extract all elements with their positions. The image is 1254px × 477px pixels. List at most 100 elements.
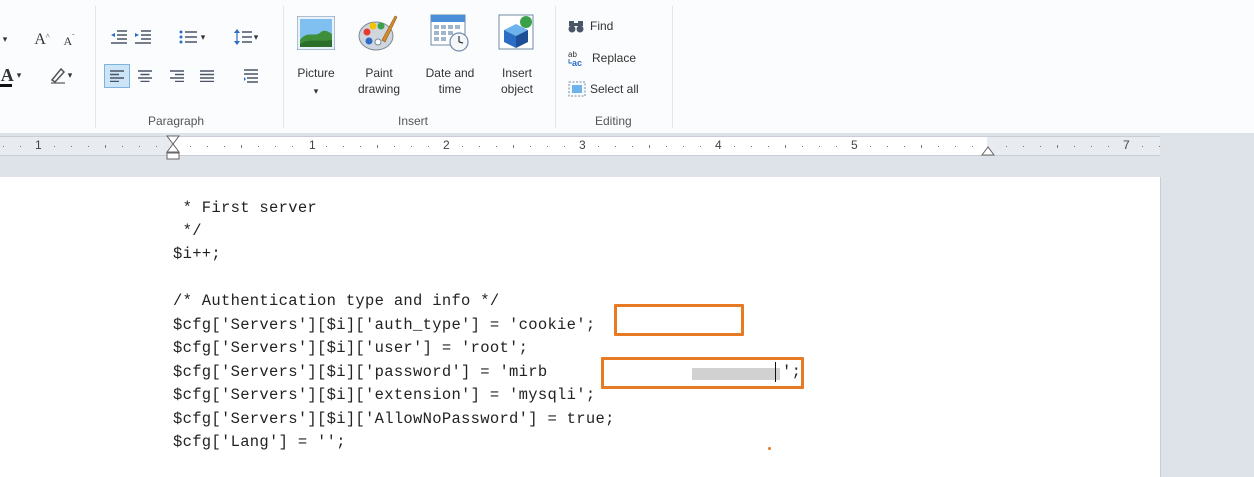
select-all-label: Select all bbox=[590, 82, 639, 96]
ruler-tick bbox=[802, 146, 803, 147]
code-line: $i++; bbox=[173, 245, 222, 263]
ruler-tick bbox=[972, 146, 973, 147]
select-all-button[interactable]: Select all bbox=[568, 78, 664, 100]
ruler-number: 3 bbox=[579, 138, 586, 152]
insert-object-label-1: Insert bbox=[501, 66, 532, 80]
ruler-tick bbox=[360, 146, 361, 147]
ruler-number: 1 bbox=[309, 138, 316, 152]
ruler-tick bbox=[190, 146, 191, 147]
ruler-tick bbox=[411, 146, 412, 147]
font-color-button[interactable]: A ▾ bbox=[0, 62, 30, 88]
bullets-button[interactable]: ▾ bbox=[174, 26, 210, 48]
code-line: $cfg['Servers'][$i]['password'] = 'mirb bbox=[173, 363, 548, 381]
group-separator bbox=[672, 6, 673, 128]
ruler-tick bbox=[564, 146, 565, 147]
picture-label: Picture bbox=[297, 66, 335, 80]
paint-palette-icon bbox=[358, 15, 398, 51]
ruler-tick bbox=[615, 146, 616, 147]
decrease-indent-icon bbox=[111, 30, 127, 44]
select-all-icon bbox=[568, 81, 586, 97]
code-line: $cfg['Servers'][$i]['user'] = 'root'; bbox=[173, 339, 529, 357]
ruler-tick bbox=[938, 146, 939, 147]
document-page[interactable]: * First server */ $i++; /* Authenticatio… bbox=[0, 177, 1161, 477]
ruler-tick bbox=[1074, 146, 1075, 147]
font-size-dropdown-arrow[interactable]: ▾ bbox=[0, 30, 10, 48]
ruler-tick bbox=[1091, 146, 1092, 147]
ribbon: ▾ A ^ Aˇ A ▾ ▾ ▾ ▾ Paragraph Picture ▾ P… bbox=[0, 0, 1254, 133]
font-color-swatch bbox=[0, 84, 12, 87]
svg-text:ac: ac bbox=[572, 58, 582, 67]
line-spacing-icon bbox=[233, 29, 252, 45]
ruler-tick bbox=[207, 146, 208, 147]
ruler-tick bbox=[734, 146, 735, 147]
ruler-tick bbox=[139, 146, 140, 147]
ruler-tick bbox=[632, 146, 633, 147]
align-right-button[interactable] bbox=[166, 64, 188, 88]
decrease-indent-button[interactable] bbox=[108, 26, 130, 48]
group-separator bbox=[95, 6, 96, 128]
shrink-font-icon: A bbox=[63, 33, 73, 48]
ruler-tick bbox=[785, 145, 786, 148]
highlighter-icon bbox=[50, 67, 65, 84]
ruler-tick bbox=[700, 146, 701, 147]
align-center-icon bbox=[138, 70, 152, 82]
code-line: * First server bbox=[173, 199, 318, 217]
picture-button[interactable]: Picture ▾ bbox=[288, 8, 344, 104]
ruler-tick bbox=[1040, 146, 1041, 147]
ruler-tick bbox=[955, 146, 956, 147]
grow-font-button[interactable]: A ^ bbox=[30, 30, 54, 50]
replace-button[interactable]: ab ac Replace bbox=[568, 47, 658, 69]
ruler-tick bbox=[105, 145, 106, 148]
ruler-tick bbox=[904, 146, 905, 147]
ruler-tick bbox=[241, 145, 242, 148]
ruler-tick bbox=[1142, 146, 1143, 147]
align-left-button[interactable] bbox=[104, 64, 130, 88]
group-separator bbox=[283, 6, 284, 128]
first-line-indent-marker-icon[interactable] bbox=[166, 135, 180, 175]
ruler-tick bbox=[462, 146, 463, 147]
ruler-tick bbox=[530, 146, 531, 147]
ruler-tick bbox=[326, 146, 327, 147]
binoculars-icon bbox=[568, 21, 584, 33]
ruler-tick bbox=[751, 146, 752, 147]
ruler-tick bbox=[836, 146, 837, 147]
find-button[interactable]: Find bbox=[568, 16, 638, 36]
picture-dropdown-icon: ▾ bbox=[313, 86, 319, 96]
paragraph-settings-icon bbox=[244, 69, 258, 83]
paragraph-settings-button[interactable] bbox=[240, 64, 262, 88]
paint-drawing-button[interactable]: Paint drawing bbox=[348, 8, 410, 104]
date-and-time-label-2: time bbox=[438, 82, 462, 96]
chevron-down-icon: ▾ bbox=[253, 31, 259, 42]
insert-object-button[interactable]: Insert object bbox=[488, 8, 546, 104]
ruler-tick bbox=[1108, 146, 1109, 147]
insert-group-label: Insert bbox=[398, 114, 429, 128]
find-label: Find bbox=[590, 19, 614, 33]
align-center-button[interactable] bbox=[134, 64, 156, 88]
ruler-number: 1 bbox=[35, 138, 42, 152]
bullet-list-icon bbox=[179, 30, 197, 44]
highlight-color-button[interactable]: ▾ bbox=[40, 62, 80, 88]
ruler-tick bbox=[479, 146, 480, 147]
ruler-tick bbox=[292, 146, 293, 147]
date-and-time-button[interactable]: Date and time bbox=[414, 8, 486, 104]
ruler-area: 1 1 2 3 4 5 7 bbox=[0, 133, 1254, 177]
ruler-tick bbox=[20, 146, 21, 147]
line-spacing-button[interactable]: ▾ bbox=[226, 26, 266, 48]
increase-indent-button[interactable] bbox=[132, 26, 154, 48]
code-line: $cfg['Servers'][$i]['extension'] = 'mysq… bbox=[173, 386, 596, 404]
ruler-tick bbox=[921, 145, 922, 148]
ruler-number: 7 bbox=[1123, 138, 1130, 152]
ruler-tick bbox=[1057, 145, 1058, 148]
code-line: $cfg['Lang'] = ''; bbox=[173, 433, 346, 451]
chevron-down-icon: ▾ bbox=[200, 31, 206, 42]
editing-group-label: Editing bbox=[595, 114, 632, 128]
font-color-icon: A bbox=[0, 64, 14, 85]
ruler-tick bbox=[649, 145, 650, 148]
ruler-tick bbox=[224, 146, 225, 147]
right-indent-marker-icon[interactable] bbox=[981, 145, 995, 157]
justify-button[interactable] bbox=[196, 64, 218, 88]
ruler-tick bbox=[1159, 146, 1160, 147]
ruler-tick bbox=[428, 146, 429, 147]
ruler-tick bbox=[598, 146, 599, 147]
shrink-font-button[interactable]: Aˇ bbox=[58, 32, 80, 50]
